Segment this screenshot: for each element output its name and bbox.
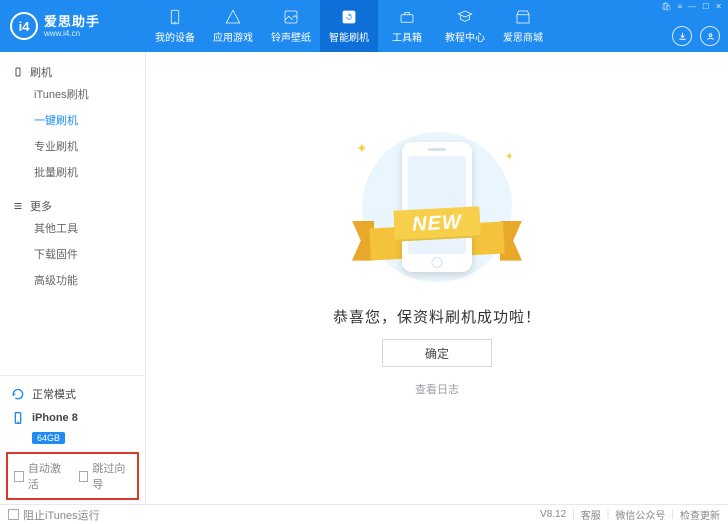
sidebar: 刷机 iTunes刷机 一键刷机 专业刷机 批量刷机 更多 其他工具 下载固件 … [0, 52, 146, 504]
new-ribbon: NEW [393, 206, 480, 241]
device-small-icon [12, 66, 24, 78]
user-icon [705, 31, 716, 42]
maximize-icon[interactable]: ☐ [702, 2, 709, 11]
user-button[interactable] [700, 26, 720, 46]
shop-icon[interactable]: 🛍 [661, 2, 671, 11]
sidebar-item-download-firmware[interactable]: 下载固件 [0, 242, 145, 268]
phone-small-icon [10, 410, 26, 426]
sidebar-item-other-tools[interactable]: 其他工具 [0, 216, 145, 242]
apps-icon [224, 8, 242, 26]
sparkle-icon: ✦ [356, 140, 368, 157]
tab-flash[interactable]: 智能刷机 [320, 0, 378, 52]
confirm-button[interactable]: 确定 [382, 339, 492, 367]
toolbox-icon [398, 8, 416, 26]
download-button[interactable] [672, 26, 692, 46]
close-icon[interactable]: ✕ [715, 2, 722, 11]
hamburger-icon [12, 200, 24, 212]
menu-icon[interactable]: ≡ [677, 2, 682, 11]
status-bar: 阻止iTunes运行 V8.12 | 客服 | 微信公众号 | 检查更新 [0, 504, 728, 524]
sidebar-item-itunes-flash[interactable]: iTunes刷机 [0, 82, 145, 108]
tab-apps[interactable]: 应用游戏 [204, 0, 262, 52]
success-message: 恭喜您，保资料刷机成功啦！ [333, 306, 541, 327]
version-label: V8.12 [540, 509, 566, 520]
sidebar-item-advanced[interactable]: 高级功能 [0, 268, 145, 294]
view-log-link[interactable]: 查看日志 [415, 381, 459, 397]
sidebar-item-batch-flash[interactable]: 批量刷机 [0, 160, 145, 186]
success-illustration: ✦ ✦ ✦ NEW [342, 122, 532, 292]
refresh-icon [340, 8, 358, 26]
brand: i4 爱思助手 www.i4.cn [0, 12, 146, 40]
minimize-icon[interactable]: — [688, 2, 696, 11]
download-icon [677, 31, 688, 42]
main-content: ✦ ✦ ✦ NEW 恭喜您，保资料刷机成功啦！ 确定 查看日志 [146, 52, 728, 504]
tutorial-icon [456, 8, 474, 26]
brand-url: www.i4.cn [44, 30, 100, 38]
window-controls: 🛍 ≡ — ☐ ✕ [661, 2, 722, 11]
device-mode[interactable]: 正常模式 [10, 382, 135, 406]
block-itunes-checkbox[interactable]: 阻止iTunes运行 [8, 507, 100, 523]
auto-activate-checkbox[interactable]: 自动激活 [14, 460, 67, 492]
tab-ringtones[interactable]: 铃声壁纸 [262, 0, 320, 52]
tab-tutorials[interactable]: 教程中心 [436, 0, 494, 52]
brand-logo-icon: i4 [10, 12, 38, 40]
sparkle-icon: ✦ [505, 150, 514, 163]
storage-badge: 64GB [32, 432, 65, 444]
tab-toolbox[interactable]: 工具箱 [378, 0, 436, 52]
app-header: i4 爱思助手 www.i4.cn 我的设备 应用游戏 铃声壁纸 智能刷机 工具… [0, 0, 728, 52]
device-name-row[interactable]: iPhone 8 [10, 406, 135, 430]
brand-name: 爱思助手 [44, 15, 100, 28]
tab-store[interactable]: 爱思商城 [494, 0, 552, 52]
device-icon [166, 8, 184, 26]
sidebar-group-more: 更多 [0, 192, 145, 216]
status-link-support[interactable]: 客服 [581, 507, 601, 522]
store-icon [514, 8, 532, 26]
refresh-small-icon [10, 386, 26, 402]
status-link-wechat[interactable]: 微信公众号 [615, 507, 665, 522]
options-highlight: 自动激活 跳过向导 [6, 452, 139, 500]
wallpaper-icon [282, 8, 300, 26]
status-link-update[interactable]: 检查更新 [680, 507, 720, 522]
sidebar-item-pro-flash[interactable]: 专业刷机 [0, 134, 145, 160]
tab-my-device[interactable]: 我的设备 [146, 0, 204, 52]
skip-guide-checkbox[interactable]: 跳过向导 [79, 460, 132, 492]
sidebar-item-onekey-flash[interactable]: 一键刷机 [0, 108, 145, 134]
top-tabs: 我的设备 应用游戏 铃声壁纸 智能刷机 工具箱 教程中心 爱思商城 [146, 0, 552, 52]
sidebar-group-flash: 刷机 [0, 58, 145, 82]
